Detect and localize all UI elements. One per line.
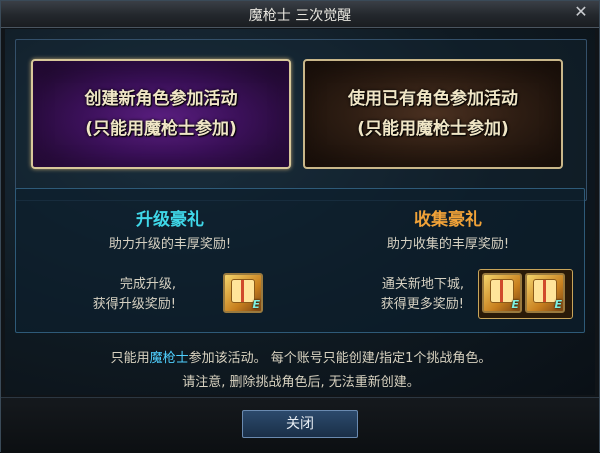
- upgrade-desc-line2: 获得升级奖励!: [92, 297, 176, 312]
- item-grade-mark: E: [554, 298, 562, 311]
- collect-desc-line2: 获得更多奖励!: [380, 297, 464, 312]
- use-existing-character-note: (只能用魔枪士参加): [357, 119, 509, 139]
- collect-reward-subtitle: 助力收集的丰厚奖励!: [386, 237, 510, 252]
- use-existing-character-label: 使用已有角色参加活动: [348, 89, 518, 109]
- upgrade-reward-title: 升级豪礼: [136, 210, 204, 230]
- collect-reward-description: 通关新地下城, 获得更多奖励!: [334, 275, 464, 315]
- close-icon[interactable]: ✕: [573, 4, 589, 20]
- create-new-character-note: (只能用魔枪士参加): [85, 119, 237, 139]
- item-grade-mark: E: [511, 298, 519, 311]
- collect-desc-line1: 通关新地下城,: [381, 277, 464, 292]
- upgrade-reward-subtitle: 助力升级的丰厚奖励!: [108, 237, 232, 252]
- upgrade-desc-line1: 完成升级,: [119, 277, 176, 292]
- notice-line-2: 请注意, 删除挑战角色后, 无法重新创建。: [182, 375, 420, 390]
- title-bar: 魔枪士 三次觉醒 ✕: [1, 1, 599, 28]
- collect-reward-item-icon-2[interactable]: E: [525, 273, 565, 313]
- notice-class-name: 魔枪士: [149, 351, 189, 366]
- notice-suffix: 参加该活动。 每个账号只能创建/指定1个挑战角色。: [188, 351, 492, 366]
- awakening-dialog: 魔枪士 三次觉醒 ✕ 创建新角色参加活动 (只能用魔枪士参加) 使用已有角色参加…: [0, 0, 600, 453]
- use-existing-character-button[interactable]: 使用已有角色参加活动 (只能用魔枪士参加): [303, 59, 563, 169]
- window-title: 魔枪士 三次觉醒: [248, 8, 352, 24]
- create-new-character-label: 创建新角色参加活动: [84, 89, 238, 109]
- create-new-character-button[interactable]: 创建新角色参加活动 (只能用魔枪士参加): [31, 59, 291, 169]
- notice-prefix: 只能用: [110, 351, 150, 366]
- upgrade-reward-description: 完成升级, 获得升级奖励!: [46, 275, 176, 315]
- close-button[interactable]: 关闭: [242, 410, 358, 438]
- notice-line-1: 只能用魔枪士参加该活动。 每个账号只能创建/指定1个挑战角色。: [1, 347, 600, 366]
- item-grade-mark: E: [252, 298, 260, 311]
- collect-reward-item-icon-1[interactable]: E: [482, 273, 522, 313]
- upgrade-reward-item-icon[interactable]: E: [223, 273, 263, 313]
- footer-bar: 关闭: [1, 397, 599, 453]
- collect-reward-title: 收集豪礼: [414, 210, 482, 230]
